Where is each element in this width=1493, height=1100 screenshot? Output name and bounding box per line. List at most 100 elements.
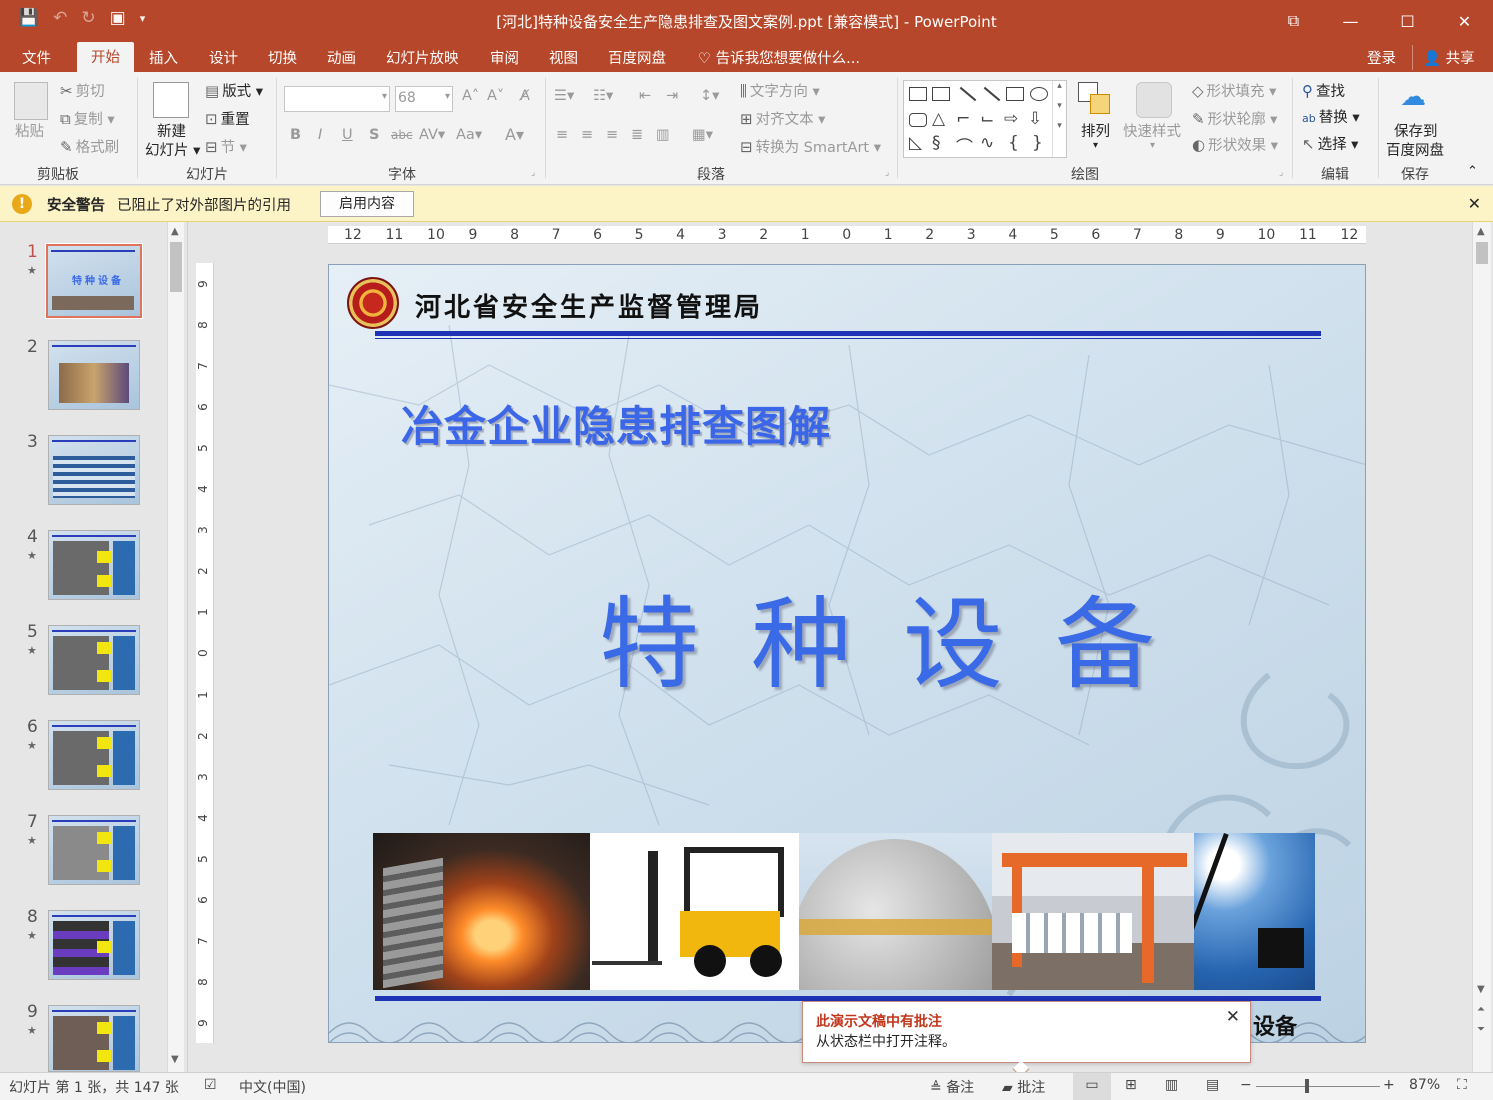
- tab-insert[interactable]: 插入: [149, 47, 178, 68]
- copy-button[interactable]: ⧉ 复制 ▾: [60, 108, 115, 129]
- zoom-slider-handle[interactable]: [1305, 1079, 1309, 1093]
- slide-thumbnail-3[interactable]: [48, 435, 140, 505]
- line-spacing-icon[interactable]: ↕▾: [700, 88, 719, 104]
- triangle-shape-icon[interactable]: △: [932, 109, 945, 129]
- slide-sorter-icon[interactable]: ⊞: [1125, 1077, 1137, 1093]
- clipboard-icon[interactable]: [14, 82, 48, 120]
- text-shadow-button[interactable]: S: [369, 127, 379, 143]
- dialog-launcher-icon[interactable]: ⌟: [885, 168, 889, 178]
- arrow-shape-icon[interactable]: [983, 86, 1001, 102]
- dialog-launcher-icon[interactable]: ⌟: [531, 168, 535, 178]
- arrange-button[interactable]: 排列: [1081, 120, 1110, 141]
- slide-thumbnail-1[interactable]: 特种设备: [45, 243, 143, 319]
- slide-thumbnail-2[interactable]: [48, 340, 140, 410]
- baidu-netdisk-icon[interactable]: ☁: [1400, 82, 1426, 112]
- slide-thumbnail-6[interactable]: [48, 720, 140, 790]
- rectangle-shape-icon[interactable]: [1006, 87, 1024, 101]
- slide-canvas[interactable]: 河北省安全生产监督管理局 冶金企业隐患排查图解 特种设备 设备: [328, 264, 1366, 1043]
- right-brace-icon[interactable]: }: [1032, 133, 1043, 153]
- paste-button[interactable]: 粘贴: [15, 120, 44, 141]
- slide-subtitle[interactable]: 冶金企业隐患排查图解: [401, 393, 831, 454]
- save-to-netdisk-button[interactable]: 保存到: [1394, 120, 1438, 141]
- minimize-icon[interactable]: —: [1322, 0, 1379, 42]
- underline-button[interactable]: U: [342, 127, 353, 143]
- chevron-down-icon[interactable]: ▾: [1150, 140, 1155, 151]
- scroll-down-icon[interactable]: ▼: [1477, 984, 1485, 995]
- tab-animations[interactable]: 动画: [327, 47, 356, 68]
- slide-thumbnail-8[interactable]: [48, 910, 140, 980]
- find-button[interactable]: ⚲ 查找: [1302, 80, 1345, 101]
- shape-fill-button[interactable]: ◇ 形状填充 ▾: [1192, 80, 1276, 101]
- tab-baidu-netdisk[interactable]: 百度网盘: [608, 47, 666, 68]
- curve-shape-icon[interactable]: ∿: [980, 133, 994, 153]
- zoom-out-icon[interactable]: −: [1240, 1077, 1252, 1093]
- font-size-input[interactable]: 68 ▾: [395, 86, 453, 112]
- freeform-shape-icon[interactable]: ◺: [909, 133, 922, 153]
- reset-button[interactable]: ⊡ 重置: [205, 108, 250, 129]
- text-direction-button[interactable]: ⫼ 文字方向 ▾: [740, 80, 820, 101]
- scroll-up-icon[interactable]: ▲: [171, 226, 179, 237]
- slide-thumbnail-5[interactable]: [48, 625, 140, 695]
- login-link[interactable]: 登录: [1367, 47, 1396, 68]
- line-shape-icon[interactable]: [959, 86, 977, 102]
- elbow-connector-icon[interactable]: ⌐: [956, 109, 970, 129]
- scrollbar-thumb[interactable]: [1476, 242, 1488, 264]
- quick-styles-icon[interactable]: [1136, 82, 1172, 118]
- tab-design[interactable]: 设计: [209, 47, 238, 68]
- close-icon[interactable]: ✕: [1226, 1007, 1240, 1027]
- normal-view-icon[interactable]: ▭: [1073, 1073, 1111, 1100]
- quick-styles-button[interactable]: 快速样式: [1123, 120, 1181, 141]
- tab-home[interactable]: 开始: [77, 42, 134, 72]
- cut-button[interactable]: ✂ 剪切: [60, 80, 105, 101]
- zoom-slider[interactable]: [1256, 1086, 1380, 1087]
- numbering-icon[interactable]: ☷▾: [593, 88, 613, 104]
- reading-view-icon[interactable]: ▥: [1165, 1077, 1178, 1093]
- new-slide-icon[interactable]: [153, 82, 189, 118]
- justify-icon[interactable]: ≣: [631, 127, 643, 143]
- left-brace-icon[interactable]: {: [1008, 133, 1019, 153]
- new-slide-dropdown[interactable]: 幻灯片 ▾: [145, 139, 200, 160]
- notes-button[interactable]: ≜ 备注: [930, 1077, 974, 1097]
- format-painter-button[interactable]: ✎ 格式刷: [60, 136, 119, 157]
- rounded-rect-shape-icon[interactable]: [909, 113, 927, 127]
- convert-smartart-button[interactable]: ⊟ 转换为 SmartArt ▾: [740, 136, 881, 157]
- vertical-textbox-shape-icon[interactable]: [932, 87, 950, 101]
- italic-button[interactable]: I: [318, 127, 322, 143]
- gallery-scroll[interactable]: ▴ ▾ ▾: [1052, 81, 1066, 157]
- tab-file[interactable]: 文件: [22, 47, 51, 68]
- zoom-in-icon[interactable]: +: [1383, 1077, 1395, 1093]
- section-button[interactable]: ⊟ 节 ▾: [205, 136, 247, 157]
- ribbon-display-options-icon[interactable]: ⧉: [1265, 0, 1322, 42]
- align-center-icon[interactable]: ≡: [581, 127, 593, 143]
- bold-button[interactable]: B: [290, 127, 301, 143]
- align-right-icon[interactable]: ≡: [606, 127, 618, 143]
- select-button[interactable]: ↖ 选择 ▾: [1302, 133, 1358, 154]
- slide-title[interactable]: 特种设备: [599, 563, 1207, 708]
- slide-count-status[interactable]: 幻灯片 第 1 张，共 147 张: [9, 1077, 179, 1097]
- replace-button[interactable]: ab 替换 ▾: [1302, 106, 1360, 127]
- slide-thumbnail-9[interactable]: [48, 1005, 140, 1072]
- columns-icon[interactable]: ▦▾: [692, 127, 713, 143]
- previous-slide-icon[interactable]: ⏶: [1477, 1004, 1485, 1015]
- decrease-indent-icon[interactable]: ⇤: [639, 88, 651, 104]
- bullets-icon[interactable]: ☰▾: [554, 88, 574, 104]
- font-name-input[interactable]: ▾: [284, 86, 390, 112]
- grow-font-icon[interactable]: A˄: [462, 88, 479, 104]
- slide-thumbnail-4[interactable]: [48, 530, 140, 600]
- char-spacing-button[interactable]: AV▾: [419, 127, 445, 143]
- close-icon[interactable]: ✕: [1436, 0, 1493, 42]
- tab-slideshow[interactable]: 幻灯片放映: [386, 47, 459, 68]
- scrollbar-thumb[interactable]: [170, 242, 182, 292]
- layout-button[interactable]: ▤ 版式 ▾: [205, 80, 263, 101]
- scroll-down-icon[interactable]: ▼: [171, 1054, 179, 1065]
- tab-transitions[interactable]: 切换: [268, 47, 297, 68]
- thumbnails-scrollbar[interactable]: ▲ ▼: [167, 222, 184, 1072]
- scribble-shape-icon[interactable]: §: [932, 133, 941, 153]
- align-text-button[interactable]: ⊞ 对齐文本 ▾: [740, 108, 825, 129]
- tab-view[interactable]: 视图: [549, 47, 578, 68]
- comments-button[interactable]: ▰ 批注: [1002, 1077, 1045, 1097]
- change-case-button[interactable]: Aa▾: [456, 127, 482, 143]
- elbow-arrow-icon[interactable]: ⌙: [980, 109, 994, 129]
- next-slide-icon[interactable]: ⏷: [1477, 1024, 1485, 1035]
- shapes-gallery[interactable]: △ ⌐ ⌙ ⇨ ⇩ ◺ § ⌒ ∿ { } ▴ ▾ ▾: [903, 80, 1067, 158]
